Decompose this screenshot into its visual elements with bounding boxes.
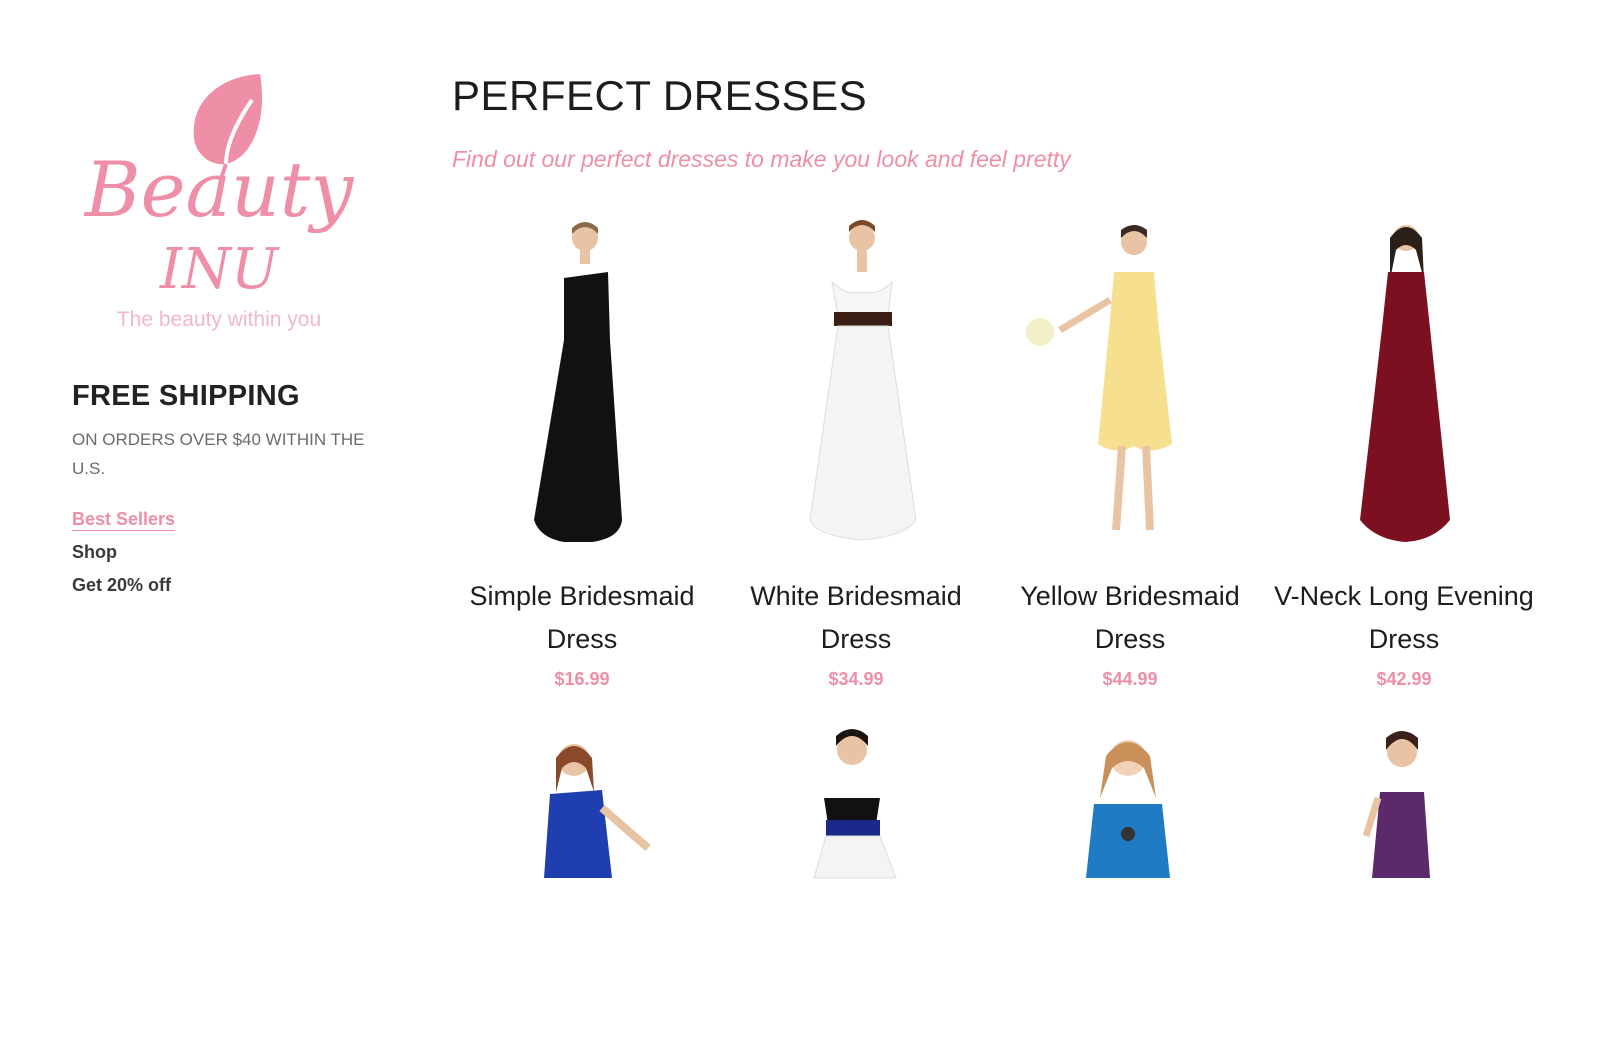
product-card[interactable]: Yellow Bridesmaid Dress $44.99	[1000, 220, 1260, 690]
product-card[interactable]: Simple Bridesmaid Dress $16.99	[452, 220, 712, 690]
product-image[interactable]	[1274, 728, 1534, 1058]
product-name[interactable]: Simple Bridesmaid Dress	[452, 575, 712, 661]
page-subtitle: Find out our perfect dresses to make you…	[452, 146, 1071, 172]
brand-tagline: The beauty within you	[116, 308, 322, 331]
product-image[interactable]	[726, 728, 986, 1058]
brand-name: Beauty	[84, 145, 354, 234]
nav-link-shop[interactable]: Shop	[72, 536, 372, 569]
product-card[interactable]: White Bridesmaid Dress $34.99	[726, 220, 986, 690]
product-image[interactable]	[452, 220, 712, 550]
shipping-title: FREE SHIPPING	[72, 380, 300, 412]
product-name[interactable]: White Bridesmaid Dress	[726, 575, 986, 661]
sidebar: Beauty INU The beauty within you FREE SH…	[72, 70, 372, 602]
product-image[interactable]	[1274, 220, 1534, 550]
product-card[interactable]: V-Neck Long Evening Dress $42.99	[1274, 220, 1534, 690]
brand-name-secondary: INU	[159, 237, 279, 302]
product-card[interactable]	[1000, 728, 1260, 1063]
product-card[interactable]	[452, 728, 712, 1063]
product-image[interactable]	[1000, 220, 1260, 550]
product-card[interactable]	[726, 728, 986, 1063]
product-card[interactable]	[1274, 728, 1534, 1063]
shipping-note: ON ORDERS OVER $40 WITHIN THE U.S.	[72, 430, 365, 478]
main-content: PERFECT DRESSES Find out our perfect dre…	[452, 72, 1562, 879]
product-name[interactable]: V-Neck Long Evening Dress	[1274, 575, 1534, 661]
nav-link-discount[interactable]: Get 20% off	[72, 569, 372, 602]
product-image[interactable]	[1000, 728, 1260, 1058]
product-price: $42.99	[1376, 669, 1432, 689]
page-title: PERFECT DRESSES	[452, 72, 868, 119]
product-image[interactable]	[726, 220, 986, 550]
product-image[interactable]	[452, 728, 712, 1058]
brand-logo[interactable]: Beauty INU The beauty within you	[80, 70, 370, 340]
product-price: $44.99	[1102, 669, 1158, 689]
nav-link-best-sellers[interactable]: Best Sellers	[72, 503, 372, 536]
sidebar-nav: Best Sellers Shop Get 20% off	[72, 503, 372, 602]
product-name[interactable]: Yellow Bridesmaid Dress	[1000, 575, 1260, 661]
product-price: $16.99	[554, 669, 610, 689]
product-price: $34.99	[828, 669, 884, 689]
